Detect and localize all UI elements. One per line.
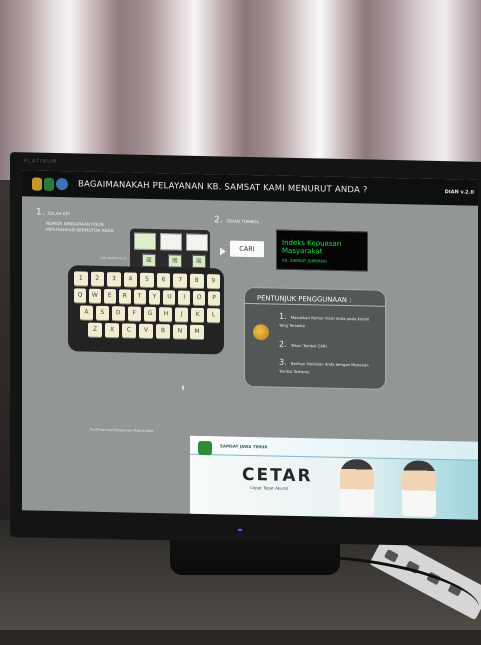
key-c[interactable]: C [122, 323, 136, 338]
key-d[interactable]: D [111, 306, 125, 321]
key-l[interactable]: L [207, 308, 221, 323]
key-z[interactable]: Z [88, 322, 102, 337]
ikm-subtitle: KB. SAMSAT JOMBANG [282, 257, 327, 264]
key-7[interactable]: 7 [173, 273, 187, 288]
key-4[interactable]: 4 [123, 272, 138, 287]
key-q[interactable]: Q [74, 288, 86, 303]
key-j[interactable]: J [175, 307, 189, 322]
keyboard-keys: 123456789QWERTYUIOPASDFGHJKLZXCVBNM [74, 271, 221, 342]
header-bar: BAGAIMANAKAH PELAYANAN KB. SAMSAT KAMI M… [22, 170, 478, 206]
key-p[interactable]: P [208, 291, 221, 306]
key-h[interactable]: H [159, 307, 173, 322]
page-title: BAGAIMANAKAH PELAYANAN KB. SAMSAT KAMI M… [78, 179, 368, 196]
mouse-cursor-icon [182, 385, 184, 390]
key-b[interactable]: B [156, 324, 170, 339]
key-r[interactable]: R [118, 289, 131, 304]
search-button[interactable]: CARI [230, 240, 264, 258]
jatim-logo-icon [198, 440, 212, 456]
official-portrait-2 [402, 460, 436, 517]
key-8[interactable]: 8 [189, 273, 204, 289]
banner-tagline: Cepat Tepat Akurat [250, 485, 289, 491]
step2-number: 2. [214, 215, 223, 226]
guide-item-2-text: Tekan Tombol CARI [290, 342, 327, 349]
monitor: PLATINUM BAGAIMANAKAH PELAYANAN KB. SAMS… [10, 152, 481, 548]
key-g[interactable]: G [143, 306, 157, 322]
header-logos [32, 176, 68, 191]
key-2[interactable]: 2 [90, 271, 105, 286]
cetar-banner: SAMSAT JAWA TIMUR CETAR Cepat Tepat Akur… [190, 435, 478, 520]
key-u[interactable]: U [163, 290, 176, 305]
plate-input-group: pilih WARNA PLAT ☒ ☒ ☒ [100, 228, 210, 273]
keyboard-row: ASDFGHJKL [80, 305, 221, 323]
key-k[interactable]: K [191, 307, 205, 323]
key-n[interactable]: N [173, 324, 187, 339]
key-y[interactable]: Y [148, 289, 161, 305]
police-logo-icon [32, 176, 42, 191]
plate-color-label: pilih WARNA PLAT [100, 255, 127, 261]
key-a[interactable]: A [80, 305, 93, 320]
keyboard-row: 123456789 [74, 271, 221, 289]
usage-guide: PENTUNJUK PENGGUNAAN : 1. Masukkan Nomor… [244, 286, 386, 390]
banner-label: SAMSAT JAWA TIMUR [220, 443, 268, 450]
footer-note: Profil Samsat Pelayanan Masyarakat [90, 427, 154, 434]
banner-brand: CETAR [242, 464, 313, 487]
key-x[interactable]: X [105, 322, 119, 338]
step2-label: TEKAN TOMBOL : [225, 218, 262, 225]
key-3[interactable]: 3 [107, 272, 121, 287]
ikm-panel: Indeks Kepuasan Masyarakat KB. SAMSAT JO… [276, 229, 368, 272]
plate-suffix-input[interactable] [186, 233, 208, 252]
guide-item-3-text: Berikan Penilaian Anda dengan Menekan To… [279, 360, 369, 375]
guide-item-3: 3. Berikan Penilaian Anda dengan Menekan… [279, 357, 379, 377]
key-t[interactable]: T [133, 289, 146, 304]
step1-line-1: ISILAH KRI [47, 210, 70, 217]
key-o[interactable]: O [193, 290, 206, 306]
ikm-title: Indeks Kepuasan Masyarakat [282, 238, 342, 256]
keyboard-row: ZXCVBNM [88, 322, 220, 340]
official-portrait-1 [340, 458, 374, 516]
key-v[interactable]: V [139, 323, 153, 338]
key-s[interactable]: S [95, 305, 109, 321]
arrow-right-icon [220, 247, 226, 256]
monitor-brand: PLATINUM [24, 158, 58, 165]
plate-color-button-2[interactable]: ☒ [168, 254, 182, 268]
key-w[interactable]: W [88, 288, 101, 303]
key-1[interactable]: 1 [74, 271, 88, 286]
key-f[interactable]: F [127, 306, 141, 321]
plate-color-button-1[interactable]: ☒ [142, 253, 156, 268]
step1-instructions: 1. ISILAH KRI NOMOR KENDARAAN POLISI PER… [36, 207, 114, 235]
guide-item-2-num: 2. [279, 339, 287, 349]
province-logo-icon [44, 177, 54, 191]
step1-line-2: NOMOR KENDARAAN POLISI [46, 220, 105, 227]
guide-item-2: 2. Tekan Tombol CARI [279, 339, 379, 353]
key-5[interactable]: 5 [140, 272, 154, 288]
onscreen-keyboard: 123456789QWERTYUIOPASDFGHJKLZXCVBNM [68, 265, 224, 355]
plate-prefix-input[interactable] [134, 232, 156, 251]
keyboard-row: QWERTYUIOP [74, 288, 221, 306]
kiosk-screen: BAGAIMANAKAH PELAYANAN KB. SAMSAT KAMI M… [22, 170, 478, 520]
key-m[interactable]: M [190, 324, 204, 340]
step1-number: 1. [36, 207, 45, 218]
mascot-icon [253, 324, 269, 341]
step2-instructions: 2. TEKAN TOMBOL : [214, 214, 262, 229]
plate-color-button-3[interactable]: ☒ [192, 254, 206, 269]
guide-item-1: 1. Masukkan Nomor Polisi Anda pada Kolom… [279, 311, 379, 331]
key-9[interactable]: 9 [206, 274, 221, 289]
jasa-raharja-logo-icon [56, 177, 68, 190]
key-6[interactable]: 6 [156, 273, 171, 288]
version-label: DIAN v.2.0 [444, 189, 474, 196]
step1-line-3: PERUSAHAAN BERMOTOR ANDA [46, 226, 114, 233]
guide-item-3-num: 3. [279, 357, 287, 367]
guide-item-1-num: 1. [279, 311, 287, 321]
plate-number-input[interactable] [160, 233, 182, 251]
key-i[interactable]: I [178, 290, 191, 305]
power-led [238, 528, 242, 531]
guide-item-1-text: Masukkan Nomor Polisi Anda pada Kolom Ya… [279, 314, 370, 329]
key-e[interactable]: E [103, 288, 116, 304]
